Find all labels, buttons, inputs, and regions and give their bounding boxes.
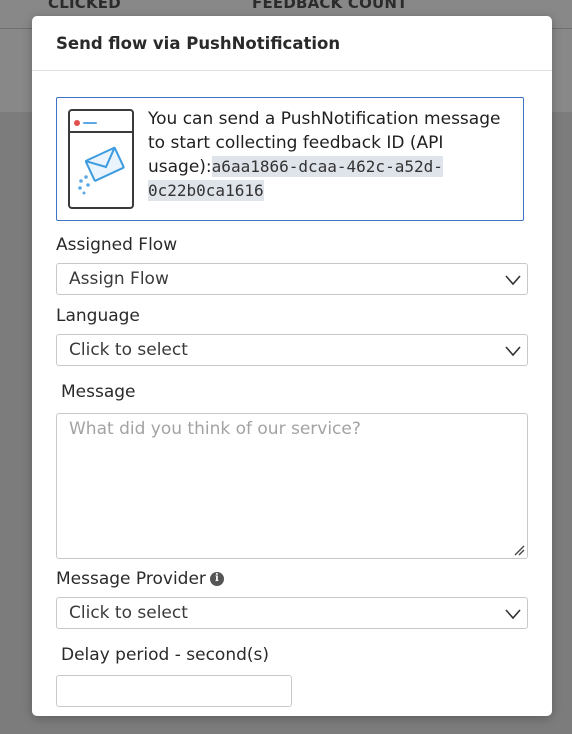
send-flow-modal: Send flow via PushNotification You can s…: [32, 16, 552, 716]
notification-line: [83, 122, 97, 124]
delay-period-label: Delay period - second(s): [61, 645, 270, 665]
envelope-icon: [78, 146, 125, 195]
delay-period-input[interactable]: [56, 675, 292, 707]
column-feedback-count: FEEDBACK COUNT: [252, 0, 408, 12]
modal-title: Send flow via PushNotification: [56, 33, 341, 53]
envelope-notification-icon: [68, 109, 134, 209]
chevron-down-icon: [505, 346, 521, 357]
info-icon[interactable]: i: [209, 572, 224, 586]
assigned-flow-label: Assigned Flow: [56, 235, 178, 255]
language-label: Language: [56, 306, 140, 326]
notification-dot: [74, 120, 80, 126]
assigned-flow-value: Assign Flow: [69, 269, 169, 289]
language-value: Click to select: [69, 340, 188, 360]
language-select[interactable]: Click to select: [56, 334, 528, 366]
message-label: Message: [61, 382, 136, 402]
modal-header: Send flow via PushNotification: [32, 16, 552, 71]
message-textarea[interactable]: What did you think of our service?: [56, 413, 528, 559]
info-box: You can send a PushNotification message …: [56, 97, 524, 221]
assigned-flow-select[interactable]: Assign Flow: [56, 263, 528, 295]
message-provider-value: Click to select: [69, 603, 188, 623]
message-provider-select[interactable]: Click to select: [56, 597, 528, 629]
info-text: You can send a PushNotification message …: [148, 107, 518, 203]
message-placeholder: What did you think of our service?: [69, 419, 361, 439]
column-clicked: CLICKED: [48, 0, 121, 12]
message-provider-label: Message Provider i: [56, 569, 224, 589]
message-provider-label-text: Message Provider: [56, 569, 206, 589]
chevron-down-icon: [505, 609, 521, 620]
chevron-down-icon: [505, 275, 521, 286]
resize-grip-icon[interactable]: [513, 544, 525, 556]
card-divider: [70, 131, 132, 133]
